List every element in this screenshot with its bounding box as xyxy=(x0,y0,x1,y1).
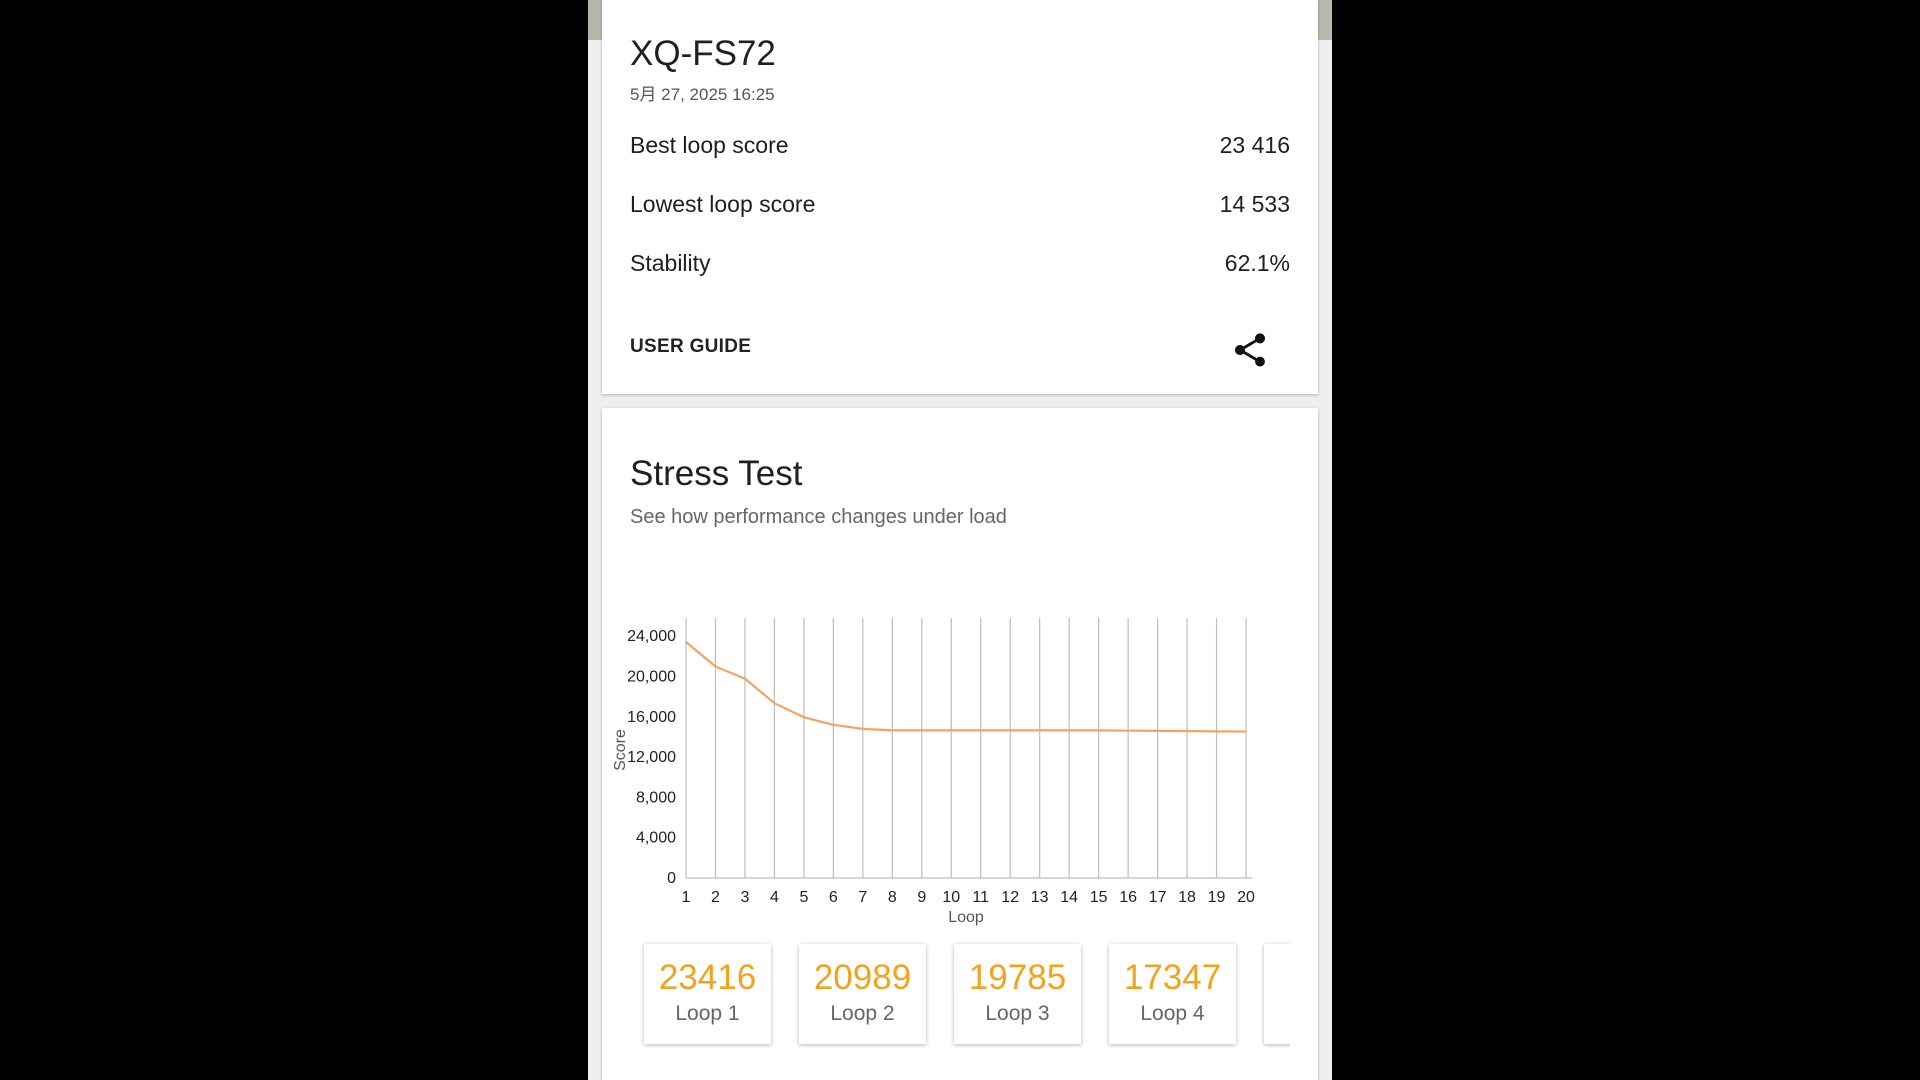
y-tick-label: 8,000 xyxy=(636,789,676,806)
y-tick-label: 12,000 xyxy=(627,749,676,766)
loop-tile-label: Loop 3 xyxy=(985,1002,1050,1025)
x-tick-label: 4 xyxy=(770,889,779,906)
loop-tile[interactable]: 1 xyxy=(1264,944,1290,1044)
lowest-loop-label: Lowest loop score xyxy=(630,191,816,217)
x-tick-label: 9 xyxy=(917,889,926,906)
x-tick-label: 20 xyxy=(1237,889,1255,906)
stress-test-title: Stress Test xyxy=(630,454,803,493)
stability-value: 62.1% xyxy=(1224,250,1290,276)
x-tick-label: 15 xyxy=(1090,889,1108,906)
x-tick-label: 1 xyxy=(682,889,691,906)
x-tick-label: 6 xyxy=(829,889,838,906)
x-tick-label: 8 xyxy=(888,889,897,906)
loop-tiles-strip[interactable]: 23416 Loop 1 20989 Loop 2 19785 Loop 3 1… xyxy=(630,934,1290,1054)
summary-card: XQ-FS72 5月 27, 2025 16:25 Best loop scor… xyxy=(602,0,1318,394)
test-date: 5月 27, 2025 16:25 xyxy=(630,85,775,104)
x-tick-label: 12 xyxy=(1001,889,1019,906)
best-loop-value: 23 416 xyxy=(1219,132,1290,158)
x-tick-label: 11 xyxy=(972,889,989,906)
x-tick-label: 16 xyxy=(1119,889,1137,906)
x-tick-label: 5 xyxy=(799,889,808,906)
y-tick-label: 0 xyxy=(667,870,676,887)
stress-test-card: Stress Test See how performance changes … xyxy=(602,408,1318,1080)
stability-label: Stability xyxy=(630,250,711,276)
x-tick-label: 10 xyxy=(942,889,960,906)
y-tick-label: 24,000 xyxy=(627,628,676,645)
y-tick-label: 4,000 xyxy=(636,830,676,847)
x-tick-label: 17 xyxy=(1149,889,1167,906)
best-loop-label: Best loop score xyxy=(630,132,789,158)
phone-screen: XQ-FS72 5月 27, 2025 16:25 Best loop scor… xyxy=(588,0,1332,1080)
stress-chart: 04,0008,00012,00016,00020,00024,0001 2 3 4 5… xyxy=(612,618,1255,926)
loop-tile-score: 20989 xyxy=(813,958,912,997)
y-axis-label: Score xyxy=(612,729,629,771)
x-tick-label: 3 xyxy=(740,889,749,906)
device-name: XQ-FS72 xyxy=(630,34,776,73)
x-tick-label: 18 xyxy=(1178,889,1196,906)
loop-tile[interactable]: 17347 Loop 4 xyxy=(1109,944,1236,1044)
stress-test-subtitle: See how performance changes under load xyxy=(630,506,1007,528)
user-guide-button[interactable]: USER GUIDE xyxy=(630,336,751,358)
loop-tile-label: Loop 4 xyxy=(1140,1002,1205,1025)
x-tick-label: 2 xyxy=(711,889,720,906)
x-tick-label: 13 xyxy=(1031,889,1049,906)
x-tick-label: 7 xyxy=(858,889,867,906)
loop-tile[interactable]: 19785 Loop 3 xyxy=(954,944,1081,1044)
y-tick-label: 20,000 xyxy=(627,668,676,685)
loop-tile-label: Loop 2 xyxy=(830,1002,895,1025)
x-tick-label: 19 xyxy=(1208,889,1226,906)
x-tick-label: 14 xyxy=(1060,889,1078,906)
loop-tile[interactable]: 20989 Loop 2 xyxy=(799,944,926,1044)
score-series-line xyxy=(685,641,1247,733)
x-axis-label: Loop xyxy=(948,909,984,926)
loop-tile-score: 19785 xyxy=(968,958,1067,997)
loop-tile-score: 17347 xyxy=(1123,958,1222,997)
y-tick-label: 16,000 xyxy=(627,709,676,726)
lowest-loop-value: 14 533 xyxy=(1219,191,1290,217)
loop-tile-score: 1 xyxy=(1264,958,1290,998)
loop-tile-score: 23416 xyxy=(658,958,757,997)
loop-tile-label: Loop 1 xyxy=(675,1002,740,1025)
share-icon xyxy=(1235,333,1265,367)
loop-tile[interactable]: 23416 Loop 1 xyxy=(644,944,771,1044)
share-button[interactable] xyxy=(1230,330,1270,370)
